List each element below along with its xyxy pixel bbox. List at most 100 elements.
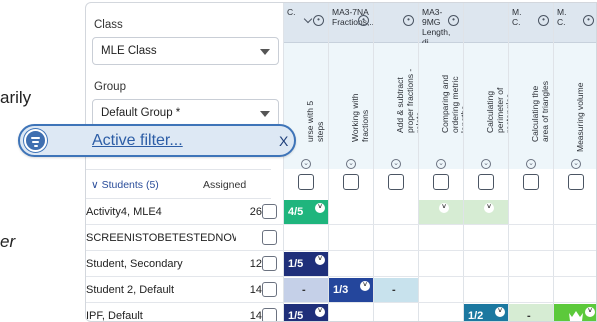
assigned-count: 12 — [249, 258, 262, 270]
students-toggle[interactable]: ∨ Students (5) — [91, 179, 159, 191]
column-checkbox[interactable] — [568, 174, 584, 190]
result-value: 1/5 — [288, 258, 304, 270]
result-value: 4/5 — [288, 206, 304, 218]
chevron-icon[interactable]: ⌄ — [571, 159, 581, 169]
row-checkbox[interactable] — [262, 204, 277, 219]
background-text-arily: arily — [0, 88, 32, 107]
column-checkbox[interactable] — [478, 174, 494, 190]
column-checkbox[interactable] — [388, 174, 404, 190]
background-text-er: er — [0, 232, 16, 251]
chevron-down-icon[interactable]: ˅ — [315, 203, 325, 213]
chevron-icon[interactable]: ⌄ — [436, 159, 446, 169]
students-header: ∨ Students (5) Assigned — [86, 169, 271, 199]
filter-icon[interactable] — [24, 129, 47, 152]
chevron-down-icon[interactable] — [303, 14, 313, 24]
column-title: Calculating the area of triangles — [530, 81, 550, 142]
chevron-down-icon — [260, 49, 270, 55]
table-row: Activity4, MLE4 26 — [86, 199, 596, 225]
chevron-down-icon — [260, 111, 270, 117]
chevron-icon[interactable]: ⌄ — [346, 159, 356, 169]
chevron-down-icon[interactable]: ˅ — [360, 281, 370, 291]
chevron-icon[interactable]: ⌄ — [391, 159, 401, 169]
assigned-count: 14 — [249, 310, 262, 322]
result-cell[interactable]: - — [509, 304, 553, 322]
row-checkbox[interactable] — [262, 230, 277, 245]
column-title: Measuring volume — [575, 82, 585, 152]
result-value: 1/2 — [468, 310, 484, 322]
column-code: C. — [287, 7, 296, 17]
table-row: Student, Secondary 12 — [86, 251, 596, 277]
clear-filter-button[interactable]: X — [279, 133, 288, 149]
student-name[interactable]: Activity4, MLE4 — [86, 206, 236, 218]
column-header-0[interactable]: C. • urse with 5 steps ⌄ — [284, 3, 328, 199]
column-code: M. — [557, 7, 567, 17]
active-filter-pill[interactable]: Active filter... X — [18, 124, 296, 157]
column-header-4[interactable]: Calculating perimeter of rectangles ⌄ — [464, 3, 508, 199]
chevron-down-icon[interactable]: ˅ — [439, 203, 449, 213]
chevron-icon[interactable]: ⌄ — [481, 159, 491, 169]
chevron-down-icon[interactable]: ˅ — [315, 307, 325, 317]
column-header-3[interactable]: MA3-9MG Length, di... • Comparing and order… — [419, 3, 463, 199]
result-value: - — [392, 284, 396, 296]
column-title: Working with fractions — [350, 93, 370, 143]
info-icon[interactable]: • — [448, 15, 459, 26]
result-cell[interactable]: ˅ — [554, 304, 596, 321]
result-cell[interactable]: 1/3 ˅ — [329, 278, 373, 302]
chevron-down-icon[interactable]: ˅ — [495, 307, 505, 317]
result-value: 1/5 — [288, 310, 304, 322]
student-name[interactable]: SCREENISTOBETESTEDNOWWITH — [86, 232, 236, 244]
info-icon[interactable]: • — [313, 15, 324, 26]
assessment-panel: Class MLE Class Group Default Group * ∨ … — [85, 2, 597, 322]
chevron-down-icon[interactable]: ˅ — [315, 255, 325, 265]
column-title: urse with 5 steps — [305, 100, 325, 142]
info-icon[interactable]: • — [538, 15, 549, 26]
row-checkbox[interactable] — [262, 256, 277, 271]
column-title: Add & subtract proper fractions - relate — [395, 68, 418, 133]
active-filter-link[interactable]: Active filter... — [92, 132, 183, 150]
result-cell[interactable]: ˅ — [419, 200, 463, 224]
result-cell[interactable]: 4/5 ˅ — [284, 200, 328, 224]
class-select[interactable]: MLE Class — [92, 37, 279, 65]
student-name[interactable]: Student 2, Default — [86, 284, 236, 296]
info-icon[interactable]: • — [403, 15, 414, 26]
result-cell[interactable]: 1/2 ˅ — [464, 304, 508, 322]
column-sub: C. — [557, 17, 566, 27]
class-label: Class — [94, 19, 123, 31]
result-cell[interactable]: - — [284, 278, 328, 302]
row-checkbox[interactable] — [262, 282, 277, 297]
crown-icon — [568, 309, 584, 321]
result-value: - — [527, 310, 531, 322]
column-checkbox[interactable] — [298, 174, 314, 190]
table-row: SCREENISTOBETESTEDNOWWITH — [86, 225, 596, 251]
row-checkbox[interactable] — [262, 308, 277, 321]
student-name[interactable]: Student, Secondary — [86, 258, 236, 270]
group-select[interactable]: Default Group * — [92, 99, 279, 127]
result-cell[interactable]: - — [374, 278, 418, 302]
column-header-6[interactable]: M. C. • Measuring volume ⌄ — [554, 3, 596, 199]
class-select-value: MLE Class — [101, 45, 157, 57]
chevron-icon[interactable]: ⌄ — [526, 159, 536, 169]
result-cell[interactable]: 1/5 ˅ — [284, 252, 328, 276]
result-value: - — [302, 284, 306, 296]
chevron-icon[interactable]: ⌄ — [301, 159, 311, 169]
result-cell[interactable]: ˅ — [464, 200, 508, 224]
column-checkbox[interactable] — [523, 174, 539, 190]
column-code: M. — [512, 7, 522, 17]
result-cell[interactable]: 1/5 ˅ — [284, 304, 328, 322]
result-value: 1/3 — [333, 284, 349, 296]
info-icon[interactable]: • — [583, 15, 594, 26]
column-title: Calculating perimeter of rectangles — [485, 87, 508, 133]
column-header-1[interactable]: MA3-7NA Fractions,... • Working with fracti… — [329, 3, 373, 199]
column-checkbox[interactable] — [433, 174, 449, 190]
column-header-5[interactable]: M. C. • Calculating the area of triangles ⌄ — [509, 3, 553, 199]
column-code: MA3-9MG — [422, 7, 443, 27]
column-header-2[interactable]: • Add & subtract proper fractions - relate… — [374, 3, 418, 199]
chevron-down-icon[interactable]: ˅ — [484, 203, 494, 213]
column-title: Comparing and ordering metric lengths — [440, 74, 463, 133]
chevron-down-icon[interactable]: ˅ — [585, 307, 595, 317]
assigned-label: Assigned — [203, 179, 247, 191]
group-select-value: Default Group * — [101, 107, 181, 119]
info-icon[interactable]: • — [358, 15, 369, 26]
column-checkbox[interactable] — [343, 174, 359, 190]
student-name[interactable]: IPF, Default — [86, 310, 236, 321]
